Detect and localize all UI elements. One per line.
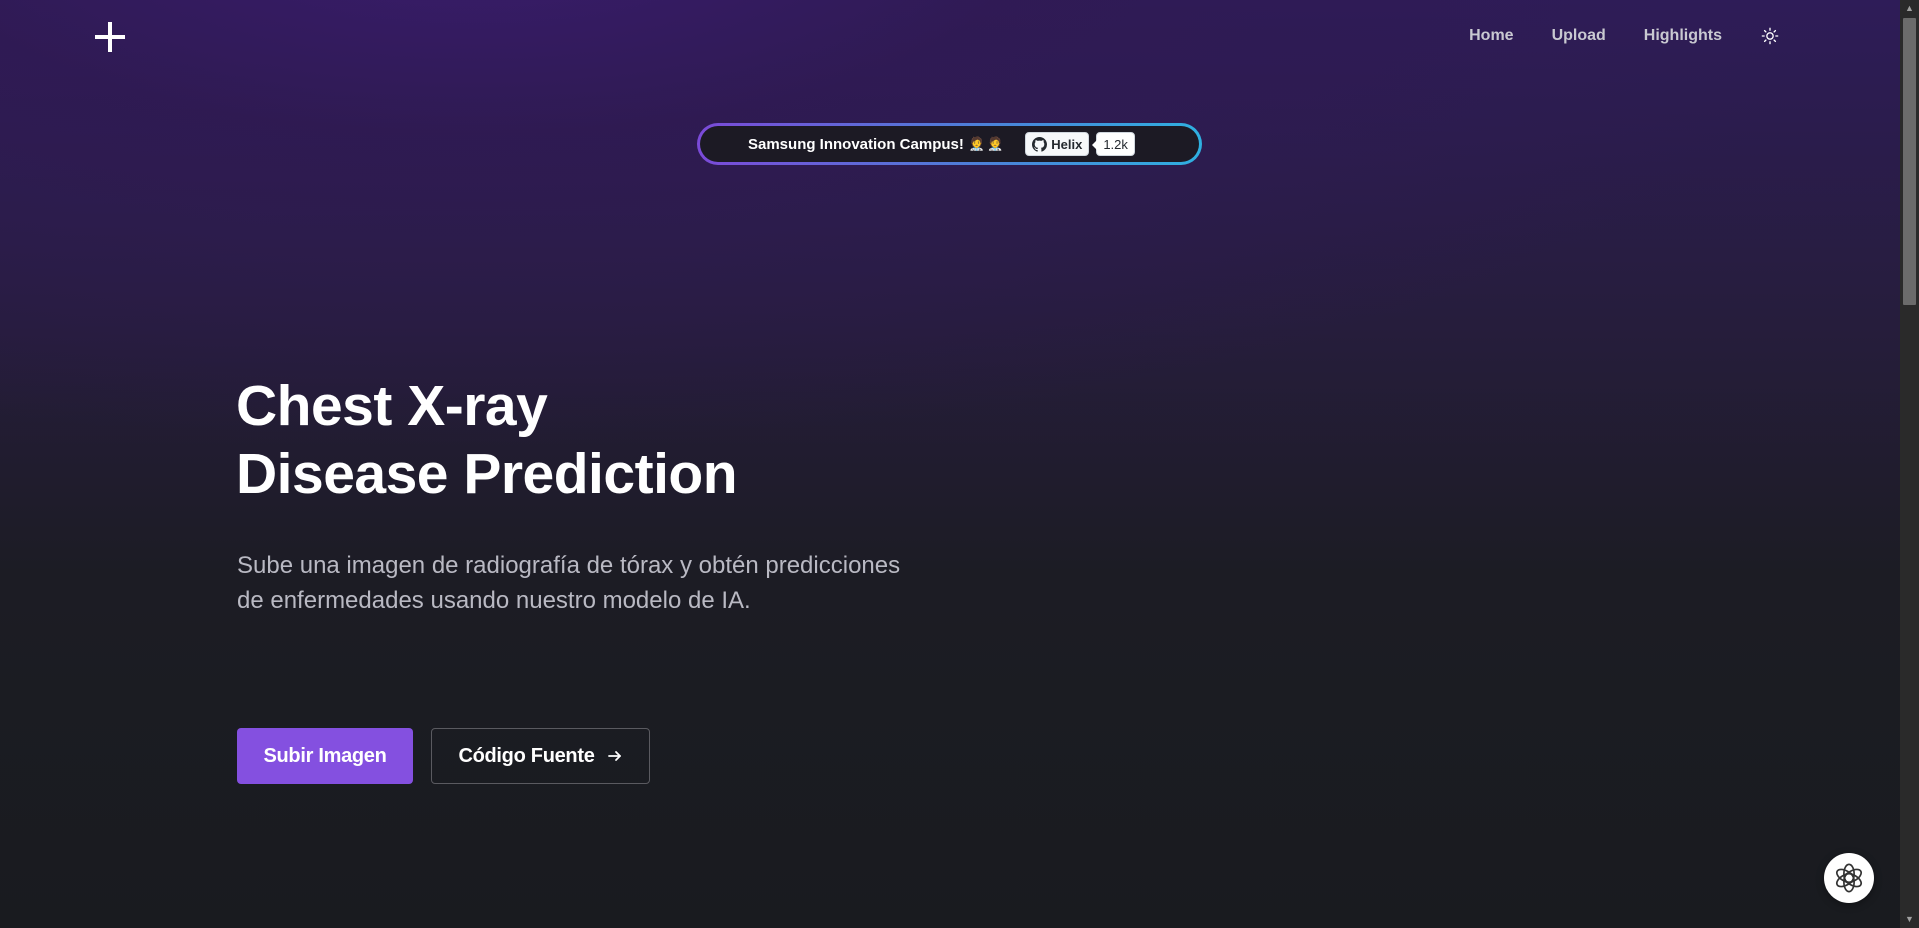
chat-assistant-button[interactable]	[1824, 853, 1874, 903]
announcement-banner-inner: Samsung Innovation Campus! 🧑‍⚕️🧑‍⚕️ Heli…	[700, 126, 1199, 162]
openai-icon	[1835, 863, 1863, 893]
scroll-down-arrow-icon[interactable]: ▼	[1900, 911, 1919, 928]
theme-toggle-button[interactable]	[1760, 26, 1780, 46]
page: Home Upload Highlights Samsung Innovatio…	[0, 0, 1900, 928]
source-code-button[interactable]: Código Fuente	[431, 728, 650, 784]
arrow-right-icon	[607, 751, 621, 761]
health-worker-emoji: 🧑‍⚕️🧑‍⚕️	[968, 136, 1006, 151]
hero-subtitle: Sube una imagen de radiografía de tórax …	[237, 552, 901, 614]
hero-title-line-2: Disease Prediction	[236, 442, 738, 506]
nav-home-link[interactable]: Home	[1469, 27, 1513, 45]
upload-image-button[interactable]: Subir Imagen	[237, 728, 413, 784]
plus-icon[interactable]	[93, 20, 127, 54]
github-star-button[interactable]: Helix	[1025, 132, 1090, 156]
top-nav: Home Upload Highlights	[1469, 26, 1780, 46]
github-repo-label: Helix	[1051, 136, 1083, 152]
hero-title-line-1: Chest X-ray	[236, 374, 548, 438]
sun-icon	[1761, 27, 1779, 45]
github-star-count[interactable]: 1.2k	[1092, 132, 1135, 156]
source-code-button-label: Código Fuente	[458, 744, 595, 767]
nav-highlights-link[interactable]: Highlights	[1644, 27, 1722, 45]
page-scrollbar[interactable]: ▲ ▼	[1900, 0, 1919, 928]
upload-image-button-label: Subir Imagen	[263, 744, 387, 767]
github-icon	[1032, 136, 1048, 152]
announcement-banner[interactable]: Samsung Innovation Campus! 🧑‍⚕️🧑‍⚕️ Heli…	[697, 123, 1202, 165]
hero-title: Chest X-ray Disease Prediction	[236, 372, 738, 508]
nav-upload-link[interactable]: Upload	[1552, 27, 1606, 45]
announcement-text: Samsung Innovation Campus!	[748, 135, 964, 153]
scroll-thumb[interactable]	[1903, 18, 1916, 305]
scroll-up-arrow-icon[interactable]: ▲	[1900, 0, 1919, 17]
